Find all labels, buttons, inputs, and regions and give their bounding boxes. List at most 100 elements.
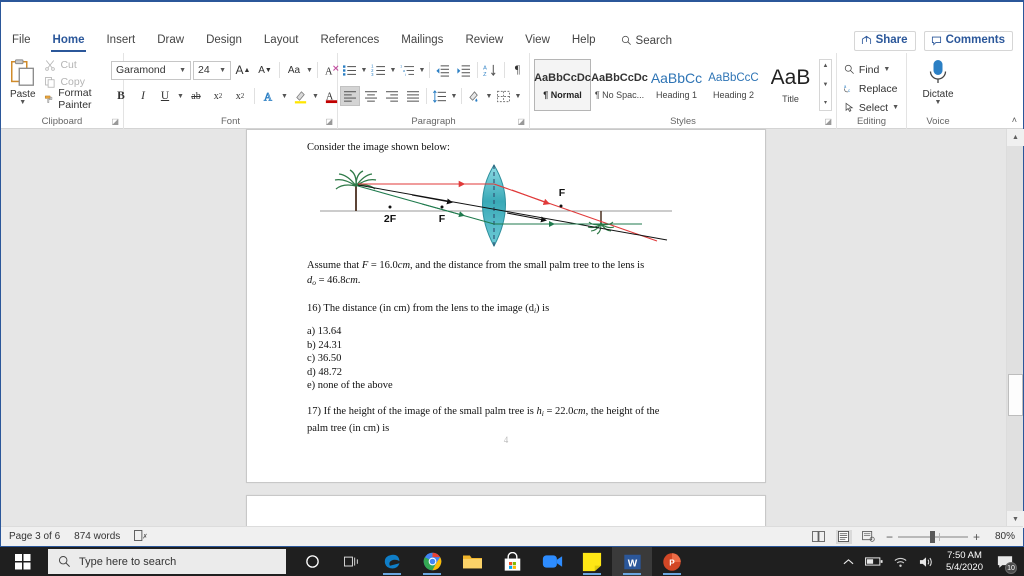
zoom-level[interactable]: 80%	[989, 531, 1015, 542]
dictate-button[interactable]: Dictate ▼	[916, 56, 960, 106]
search-box[interactable]: Search	[621, 35, 672, 47]
align-right-button[interactable]	[382, 86, 402, 106]
document-page-4[interactable]	[246, 495, 766, 528]
italic-button[interactable]: I	[133, 86, 153, 106]
chevron-down-icon[interactable]: ▼	[883, 64, 890, 76]
style-heading-2[interactable]: AaBbCcC Heading 2	[705, 59, 762, 111]
tab-insert[interactable]: Insert	[95, 30, 146, 52]
taskbar-clock[interactable]: 7:50 AM 5/4/2020	[939, 547, 990, 576]
underline-button[interactable]: U	[155, 86, 175, 106]
strikethrough-button[interactable]: ab	[186, 86, 206, 106]
chevron-down-icon[interactable]: ▼	[419, 67, 426, 74]
subscript-button[interactable]: x2	[208, 86, 228, 106]
taskbar-app-zoom[interactable]	[532, 547, 572, 576]
font-size-combo[interactable]: 24 ▼	[193, 60, 231, 80]
taskbar-app-sticky-notes[interactable]	[572, 547, 612, 576]
chevron-down-icon[interactable]: ▼	[281, 93, 288, 100]
document-body[interactable]: Consider the image shown below: 2F F F A…	[307, 140, 707, 436]
zoom-slider[interactable]: − +	[886, 530, 980, 544]
decrease-indent-button[interactable]	[433, 60, 453, 80]
volume-button[interactable]	[913, 547, 939, 576]
vertical-scrollbar[interactable]: ▲ ▼	[1006, 129, 1024, 528]
bold-button[interactable]: B	[111, 86, 131, 106]
chevron-down-icon[interactable]: ▼	[312, 93, 319, 100]
tab-file[interactable]: File	[1, 30, 42, 52]
chevron-down-icon[interactable]: ▼	[486, 93, 493, 100]
line-spacing-button[interactable]	[430, 86, 450, 106]
show-hidden-icons-button[interactable]	[835, 547, 861, 576]
font-family-combo[interactable]: Garamond ▼	[111, 60, 191, 80]
cut-button[interactable]: Cut	[41, 56, 118, 73]
replace-button[interactable]: a c Replace	[841, 79, 902, 98]
highlight-button[interactable]	[290, 86, 310, 106]
taskbar-app-powerpoint[interactable]: P	[652, 547, 692, 576]
shrink-font-button[interactable]: A ▼	[255, 60, 275, 80]
align-left-button[interactable]	[339, 86, 360, 106]
zoom-out-button[interactable]: −	[886, 530, 893, 544]
shading-button[interactable]	[465, 86, 485, 106]
align-center-button[interactable]	[361, 86, 381, 106]
proofing-status-icon[interactable]: ✗	[134, 529, 148, 544]
taskbar-app-edge[interactable]	[372, 547, 412, 576]
web-layout-button[interactable]	[861, 530, 877, 544]
share-button[interactable]: Share	[853, 30, 916, 51]
battery-button[interactable]	[861, 547, 887, 576]
scroll-down-icon[interactable]: ▼	[823, 79, 829, 92]
tab-mailings[interactable]: Mailings	[390, 30, 454, 52]
styles-gallery-scroll[interactable]: ▲ ▼ ▾	[819, 59, 832, 111]
collapse-ribbon-button[interactable]: ˄	[1012, 115, 1017, 125]
tab-layout[interactable]: Layout	[253, 30, 310, 52]
styles-more-icon[interactable]: ▾	[824, 97, 827, 110]
tab-references[interactable]: References	[309, 30, 390, 52]
zoom-in-button[interactable]: +	[973, 530, 980, 544]
style-normal[interactable]: AaBbCcDc ¶ Normal	[534, 59, 591, 111]
select-button[interactable]: Select ▼	[841, 98, 902, 117]
bullets-button[interactable]	[340, 60, 360, 80]
chevron-down-icon[interactable]: ▼	[451, 93, 458, 100]
scrollbar-track[interactable]	[1007, 146, 1023, 511]
zoom-thumb[interactable]	[929, 530, 935, 543]
paragraph-dialog-launcher[interactable]: ◪	[517, 117, 525, 127]
chevron-down-icon[interactable]: ▼	[892, 102, 899, 114]
dictate-dropdown-arrow[interactable]: ▼	[935, 99, 942, 106]
borders-button[interactable]	[494, 86, 514, 106]
tab-help[interactable]: Help	[561, 30, 607, 52]
start-button[interactable]	[0, 547, 46, 576]
sort-button[interactable]: A Z	[481, 60, 501, 80]
format-painter-button[interactable]: Format Painter	[41, 87, 118, 111]
task-view-button[interactable]	[332, 547, 372, 576]
taskbar-search-box[interactable]: Type here to search	[48, 549, 286, 574]
taskbar-app-file-explorer[interactable]	[452, 547, 492, 576]
tab-draw[interactable]: Draw	[146, 30, 195, 52]
chevron-down-icon[interactable]: ▼	[361, 67, 368, 74]
chevron-down-icon[interactable]: ▼	[390, 67, 397, 74]
comments-button[interactable]: Comments	[923, 30, 1013, 51]
paste-button[interactable]: Paste ▼	[6, 56, 39, 107]
text-effects-button[interactable]: A	[259, 86, 279, 106]
word-count[interactable]: 874 words	[74, 531, 120, 542]
style-heading-1[interactable]: AaBbCc Heading 1	[648, 59, 705, 111]
print-layout-button[interactable]	[835, 529, 852, 544]
chevron-down-icon[interactable]: ▼	[177, 93, 184, 100]
zoom-track[interactable]	[897, 530, 968, 543]
multilevel-list-button[interactable]: 1ai	[398, 60, 418, 80]
clipboard-dialog-launcher[interactable]: ◪	[111, 117, 119, 127]
chevron-down-icon[interactable]: ▼	[306, 67, 313, 74]
taskbar-app-chrome[interactable]	[412, 547, 452, 576]
tab-home[interactable]: Home	[42, 30, 96, 52]
paste-dropdown-arrow[interactable]: ▼	[19, 99, 26, 106]
read-mode-button[interactable]	[811, 530, 827, 544]
chevron-down-icon[interactable]: ▼	[515, 93, 522, 100]
grow-font-button[interactable]: A ▲	[233, 60, 253, 80]
font-dialog-launcher[interactable]: ◪	[325, 117, 333, 127]
wifi-button[interactable]	[887, 547, 913, 576]
tab-review[interactable]: Review	[454, 30, 514, 52]
style-no-spacing[interactable]: AaBbCcDc ¶ No Spac...	[591, 59, 648, 111]
document-canvas[interactable]: Consider the image shown below: 2F F F A…	[1, 129, 1008, 528]
document-page-3[interactable]: Consider the image shown below: 2F F F A…	[246, 129, 766, 483]
justify-button[interactable]	[403, 86, 423, 106]
style-title[interactable]: AaB Title	[762, 59, 819, 111]
superscript-button[interactable]: x2	[230, 86, 250, 106]
change-case-button[interactable]: Aa	[284, 60, 304, 80]
taskbar-app-microsoft-store[interactable]	[492, 547, 532, 576]
